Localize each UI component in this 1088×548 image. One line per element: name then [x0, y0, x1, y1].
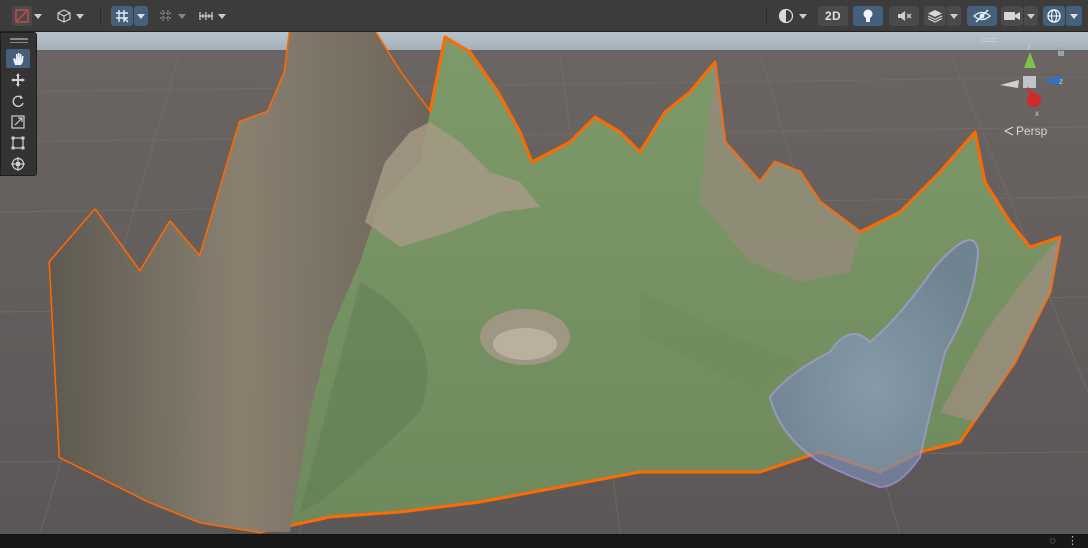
draw-mode-button[interactable]	[12, 6, 32, 26]
ruler-icon	[199, 12, 213, 20]
lighting-toggle[interactable]	[853, 6, 883, 26]
layers-icon[interactable]: ◌	[1049, 535, 1056, 547]
rotate-icon	[12, 94, 24, 107]
grid-snap-button[interactable]	[111, 6, 133, 26]
render-mode-dropdown[interactable]	[797, 6, 809, 26]
hand-icon	[13, 52, 24, 65]
transform-tool[interactable]	[6, 154, 30, 173]
move-tool[interactable]	[6, 70, 30, 89]
draw-mode-icon	[15, 9, 29, 23]
align-button[interactable]	[196, 6, 216, 26]
gizmos-button[interactable]	[1043, 6, 1065, 26]
rotate-tool[interactable]	[6, 91, 30, 110]
status-bar: ◌ ⋮	[0, 534, 1088, 548]
camera-button[interactable]	[1001, 6, 1023, 26]
panel-grip[interactable]	[10, 38, 28, 40]
hidden-objects-toggle[interactable]	[967, 6, 997, 26]
chevron-down-icon	[1027, 13, 1035, 19]
effects-button[interactable]	[924, 6, 946, 26]
light-bulb-icon	[863, 9, 873, 22]
view-tool[interactable]	[6, 49, 30, 68]
scene-tools-panel	[0, 32, 37, 176]
shading-button[interactable]	[54, 6, 74, 26]
axis-gizmo-icon: y z x	[1000, 41, 1063, 118]
align-dropdown[interactable]	[216, 6, 228, 26]
chevron-down-icon	[178, 13, 186, 19]
chevron-left-icon	[1004, 126, 1014, 136]
transform-icon	[11, 156, 25, 171]
chevron-down-icon	[799, 13, 807, 19]
axis-z-label: z	[1059, 77, 1063, 86]
increment-snap-icon	[160, 10, 172, 22]
toolbar-divider	[766, 8, 767, 24]
gizmo-globe-icon	[1047, 9, 1061, 23]
terrain-scene	[0, 32, 1088, 534]
increment-snap-button[interactable]	[156, 6, 176, 26]
chevron-down-icon	[76, 13, 84, 19]
camera-icon	[1004, 12, 1020, 20]
scene-toolbar: 2D	[0, 0, 1088, 32]
hidden-objects-icon	[973, 9, 991, 23]
axis-x-label: x	[1035, 109, 1039, 118]
gizmos-dropdown[interactable]	[1066, 6, 1082, 26]
orientation-gizmo[interactable]: y z x	[995, 38, 1065, 118]
status-icons: ◌ ⋮	[1049, 535, 1078, 548]
scale-icon	[11, 114, 25, 129]
cube-icon	[57, 9, 71, 23]
chevron-down-icon	[34, 13, 42, 19]
audio-toggle[interactable]	[889, 6, 919, 26]
camera-dropdown[interactable]	[1024, 6, 1038, 26]
scene-viewport[interactable]	[0, 32, 1088, 534]
grid-snap-icon	[116, 10, 129, 23]
mode-2d-button[interactable]: 2D	[818, 6, 848, 26]
projection-label: Persp	[1016, 124, 1048, 138]
audio-mute-icon	[898, 11, 912, 21]
chevron-down-icon	[1070, 13, 1078, 19]
chevron-down-icon	[218, 13, 226, 19]
shading-dropdown[interactable]	[74, 6, 86, 26]
render-mode-icon	[778, 8, 794, 24]
draw-mode-dropdown[interactable]	[32, 6, 44, 26]
chevron-down-icon	[137, 13, 145, 19]
rect-transform-icon	[11, 136, 25, 149]
rect-tool[interactable]	[6, 133, 30, 152]
mode-2d-label: 2D	[825, 9, 841, 23]
scale-tool[interactable]	[6, 112, 30, 131]
toolbar-divider	[100, 8, 101, 24]
effects-layers-icon	[927, 10, 943, 23]
effects-dropdown[interactable]	[947, 6, 961, 26]
more-icon[interactable]: ⋮	[1067, 535, 1078, 547]
move-arrows-icon	[11, 72, 25, 87]
chevron-down-icon	[950, 13, 958, 19]
grid-snap-dropdown[interactable]	[134, 6, 148, 26]
render-mode-button[interactable]	[776, 6, 796, 26]
increment-snap-dropdown[interactable]	[176, 6, 188, 26]
projection-toggle[interactable]: Persp	[1004, 124, 1047, 138]
axis-y-label: y	[1027, 41, 1031, 50]
